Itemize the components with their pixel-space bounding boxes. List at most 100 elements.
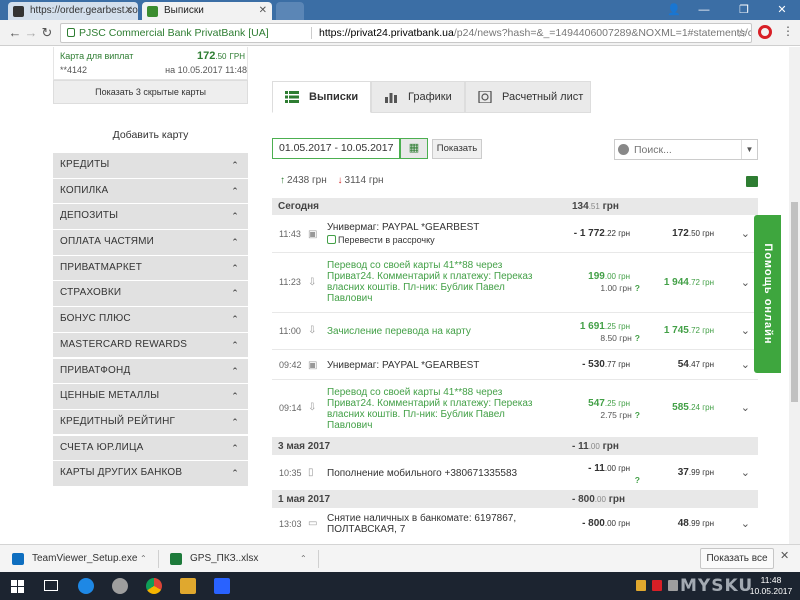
sidebar-item-credits[interactable]: КРЕДИТЫ ⌃ — [53, 153, 248, 178]
chrome-icon[interactable] — [146, 578, 162, 594]
chevron-down-icon[interactable]: ⌄ — [741, 517, 750, 530]
start-button[interactable] — [0, 572, 34, 600]
chevron-down-icon[interactable]: ⌄ — [741, 401, 750, 414]
close-tab-icon[interactable]: ✕ — [125, 2, 133, 20]
tx-balance: 172.50 грн — [672, 228, 714, 239]
globe-icon — [618, 144, 629, 155]
income-total: 2438 грн — [287, 175, 327, 186]
show-all-downloads-button[interactable]: Показать все — [700, 548, 774, 569]
teamviewer-icon[interactable] — [214, 578, 230, 594]
tab-payslip[interactable]: Расчетный лист — [465, 81, 591, 113]
browser-menu-icon[interactable]: ⋮ — [782, 24, 794, 38]
tray-app-icon[interactable] — [668, 580, 678, 591]
help-online-tab[interactable]: Помощь онлайн — [754, 215, 781, 373]
help-question-icon[interactable]: ? — [635, 410, 640, 420]
restore-icon[interactable]: ❐ — [730, 0, 758, 20]
close-tab-icon[interactable]: ✕ — [259, 2, 267, 20]
show-hidden-cards-button[interactable]: Показать 3 скрытые карты — [53, 80, 248, 104]
file-explorer-icon[interactable] — [180, 578, 196, 594]
sidebar-item-privatmarket[interactable]: ПРИВАТМАРКЕТ ⌃ — [53, 255, 248, 281]
date-range-input[interactable]: 01.05.2017 - 10.05.2017 — [272, 138, 400, 159]
tx-description: Перевод со своей карты 41**88 через Прив… — [327, 260, 533, 304]
table-row[interactable]: 11:43 ▣ Универмаг: PAYPAL *GEARBEST Пере… — [272, 215, 758, 253]
bookmark-star-icon[interactable]: ☆ — [736, 24, 747, 42]
tx-time: 09:14 — [279, 403, 302, 413]
app-icon[interactable] — [112, 578, 128, 594]
tx-description: Перевод со своей карты 41**88 через Прив… — [327, 387, 533, 431]
new-tab-button[interactable] — [276, 2, 304, 20]
help-question-icon[interactable]: ? — [635, 333, 640, 343]
group-sum: - 800.00 грн — [572, 494, 626, 505]
address-bar[interactable]: PJSC Commercial Bank PrivatBank [UA] htt… — [60, 23, 752, 43]
tx-description: Пополнение мобильного +380671335583 — [327, 468, 518, 479]
download-item-gps-xlsx[interactable]: GPS_ПКЗ..xlsx ⌃ — [170, 549, 310, 569]
chevron-up-icon[interactable]: ⌃ — [300, 549, 307, 569]
tab-label: Выписки — [309, 91, 359, 103]
sidebar-item-installments[interactable]: ОПЛАТА ЧАСТЯМИ ⌃ — [53, 230, 248, 255]
calendar-icon[interactable]: ▦ — [400, 138, 428, 159]
internet-explorer-icon[interactable] — [78, 578, 94, 594]
page-scrollbar[interactable] — [789, 47, 800, 544]
chevron-down-icon[interactable]: ⌄ — [741, 324, 750, 337]
chevron-down-icon[interactable]: ▼ — [741, 140, 757, 159]
sidebar-item-bonus-plus[interactable]: БОНУС ПЛЮС ⌃ — [53, 307, 248, 332]
table-row[interactable]: 11:00 ⇩ Зачисление перевода на карту 1 6… — [272, 313, 758, 350]
installment-link[interactable]: Перевести в рассрочку — [327, 235, 435, 245]
chevron-down-icon[interactable]: ⌄ — [741, 227, 750, 240]
sidebar-item-business-accounts[interactable]: СЧЕТА ЮР.ЛИЦА ⌃ — [53, 435, 248, 461]
chevron-up-icon[interactable]: ⌃ — [140, 549, 147, 569]
tray-folder-icon[interactable] — [636, 580, 646, 591]
url-text: https://privat24.privatbank.ua/p24/news?… — [319, 27, 751, 39]
table-row[interactable]: 10:35 ▯ Пополнение мобильного +380671335… — [272, 455, 758, 491]
chevron-down-icon[interactable]: ⌄ — [741, 466, 750, 479]
sidebar-item-other-bank-cards[interactable]: КАРТЫ ДРУГИХ БАНКОВ ⌃ — [53, 461, 248, 486]
tray-opera-icon[interactable] — [652, 580, 662, 591]
divider — [318, 550, 319, 568]
tx-balance: 1 745.72 грн — [663, 325, 714, 336]
browser-tab-statements[interactable]: Выписки ✕ — [142, 2, 272, 20]
show-button[interactable]: Показать — [432, 139, 482, 159]
sidebar-item-credit-rating[interactable]: КРЕДИТНЫЙ РЕЙТИНГ ⌃ — [53, 409, 248, 435]
divider — [158, 550, 159, 568]
tab-label: Расчетный лист — [502, 91, 584, 103]
excel-export-icon[interactable] — [746, 176, 758, 187]
tab-statements[interactable]: Выписки — [272, 81, 371, 113]
sidebar-item-privatfond[interactable]: ПРИВАТФОНД ⌃ — [53, 358, 248, 383]
taskbar-clock[interactable]: 11:48 10.05.2017 — [747, 575, 795, 597]
table-row[interactable]: 09:14 ⇩ Перевод со своей карты 41**88 че… — [272, 380, 758, 438]
lock-icon — [67, 28, 75, 37]
close-icon[interactable]: ✕ — [780, 549, 789, 562]
table-row[interactable]: 13:03 ▭ Снятие наличных в банкомате: 619… — [272, 508, 758, 544]
window-close-icon[interactable]: ✕ — [768, 0, 796, 20]
minimize-icon[interactable]: — — [690, 0, 718, 20]
group-header: Сегодня 134.51 грн — [272, 198, 758, 215]
sidebar-item-insurance[interactable]: СТРАХОВКИ ⌃ — [53, 281, 248, 306]
add-card-link[interactable]: Добавить карту — [53, 129, 248, 141]
sidebar-item-deposits[interactable]: ДЕПОЗИТЫ ⌃ — [53, 204, 248, 229]
search-input[interactable] — [634, 140, 739, 159]
card-summary[interactable]: Карта для виплат 172.50 ГРН **4142 на 10… — [53, 47, 248, 80]
tx-time: 11:23 — [279, 277, 301, 287]
opera-extension-icon[interactable] — [758, 25, 772, 39]
tab-charts[interactable]: Графики — [371, 81, 465, 113]
chevron-down-icon[interactable]: ⌄ — [741, 276, 750, 289]
profile-icon[interactable]: 👤 — [660, 0, 688, 20]
browser-toolbar: ← → ↻ PJSC Commercial Bank PrivatBank [U… — [0, 20, 800, 46]
chevron-down-icon[interactable]: ⌄ — [741, 358, 750, 371]
sidebar-item-piggybank[interactable]: КОПИЛКА ⌃ — [53, 178, 248, 204]
task-view-icon[interactable] — [34, 572, 68, 600]
tx-amount: 1 691.25 грн — [579, 321, 630, 332]
help-question-icon[interactable]: ? — [635, 283, 640, 293]
chevron-up-icon: ⌃ — [231, 339, 239, 350]
browser-tab-gearbest[interactable]: https://order.gearbest.co ✕ — [8, 2, 138, 20]
scrollbar-thumb[interactable] — [791, 202, 798, 402]
table-row[interactable]: 09:42 ▣ Универмаг: PAYPAL *GEARBEST - 53… — [272, 350, 758, 380]
table-row[interactable]: 11:23 ⇩ Перевод со своей карты 41**88 че… — [272, 253, 758, 313]
sidebar-item-mastercard-rewards[interactable]: MASTERCARD REWARDS ⌃ — [53, 332, 248, 358]
sidebar-item-precious-metals[interactable]: ЦЕННЫЕ МЕТАЛЛЫ ⌃ — [53, 384, 248, 409]
help-question-icon[interactable]: ? — [632, 475, 640, 485]
download-item-teamviewer[interactable]: TeamViewer_Setup.exe ⌃ — [12, 549, 147, 569]
tx-amount: - 11.00 грн — [588, 463, 630, 474]
reload-icon[interactable]: ↻ — [38, 24, 56, 42]
clock-date: 10.05.2017 — [749, 586, 793, 596]
